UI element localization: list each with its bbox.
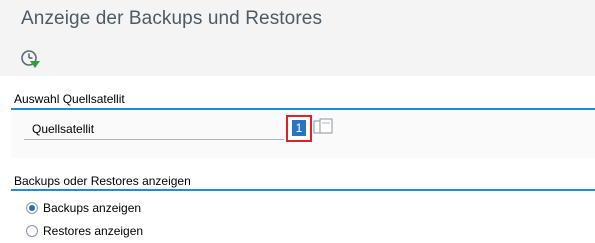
section-divider	[11, 189, 595, 191]
radio-button-selected[interactable]	[26, 202, 38, 214]
field-underline	[24, 139, 284, 140]
value-help-icon[interactable]	[313, 118, 335, 138]
radio-label-backups: Backups anzeigen	[43, 201, 142, 215]
section-header-display: Backups oder Restores anzeigen	[14, 174, 191, 188]
title-bar: Anzeige der Backups und Restores	[0, 0, 595, 76]
radio-label-restores: Restores anzeigen	[43, 224, 144, 238]
radio-button-unselected[interactable]	[26, 225, 38, 237]
source-satellite-input[interactable]: 1	[286, 115, 312, 142]
field-label-source-satellite: Quellsatellit	[32, 122, 95, 136]
page-title: Anzeige der Backups und Restores	[21, 8, 323, 29]
section-header-source: Auswahl Quellsatellit	[14, 92, 125, 106]
execute-clock-icon[interactable]	[19, 48, 41, 70]
source-satellite-value: 1	[292, 120, 306, 136]
